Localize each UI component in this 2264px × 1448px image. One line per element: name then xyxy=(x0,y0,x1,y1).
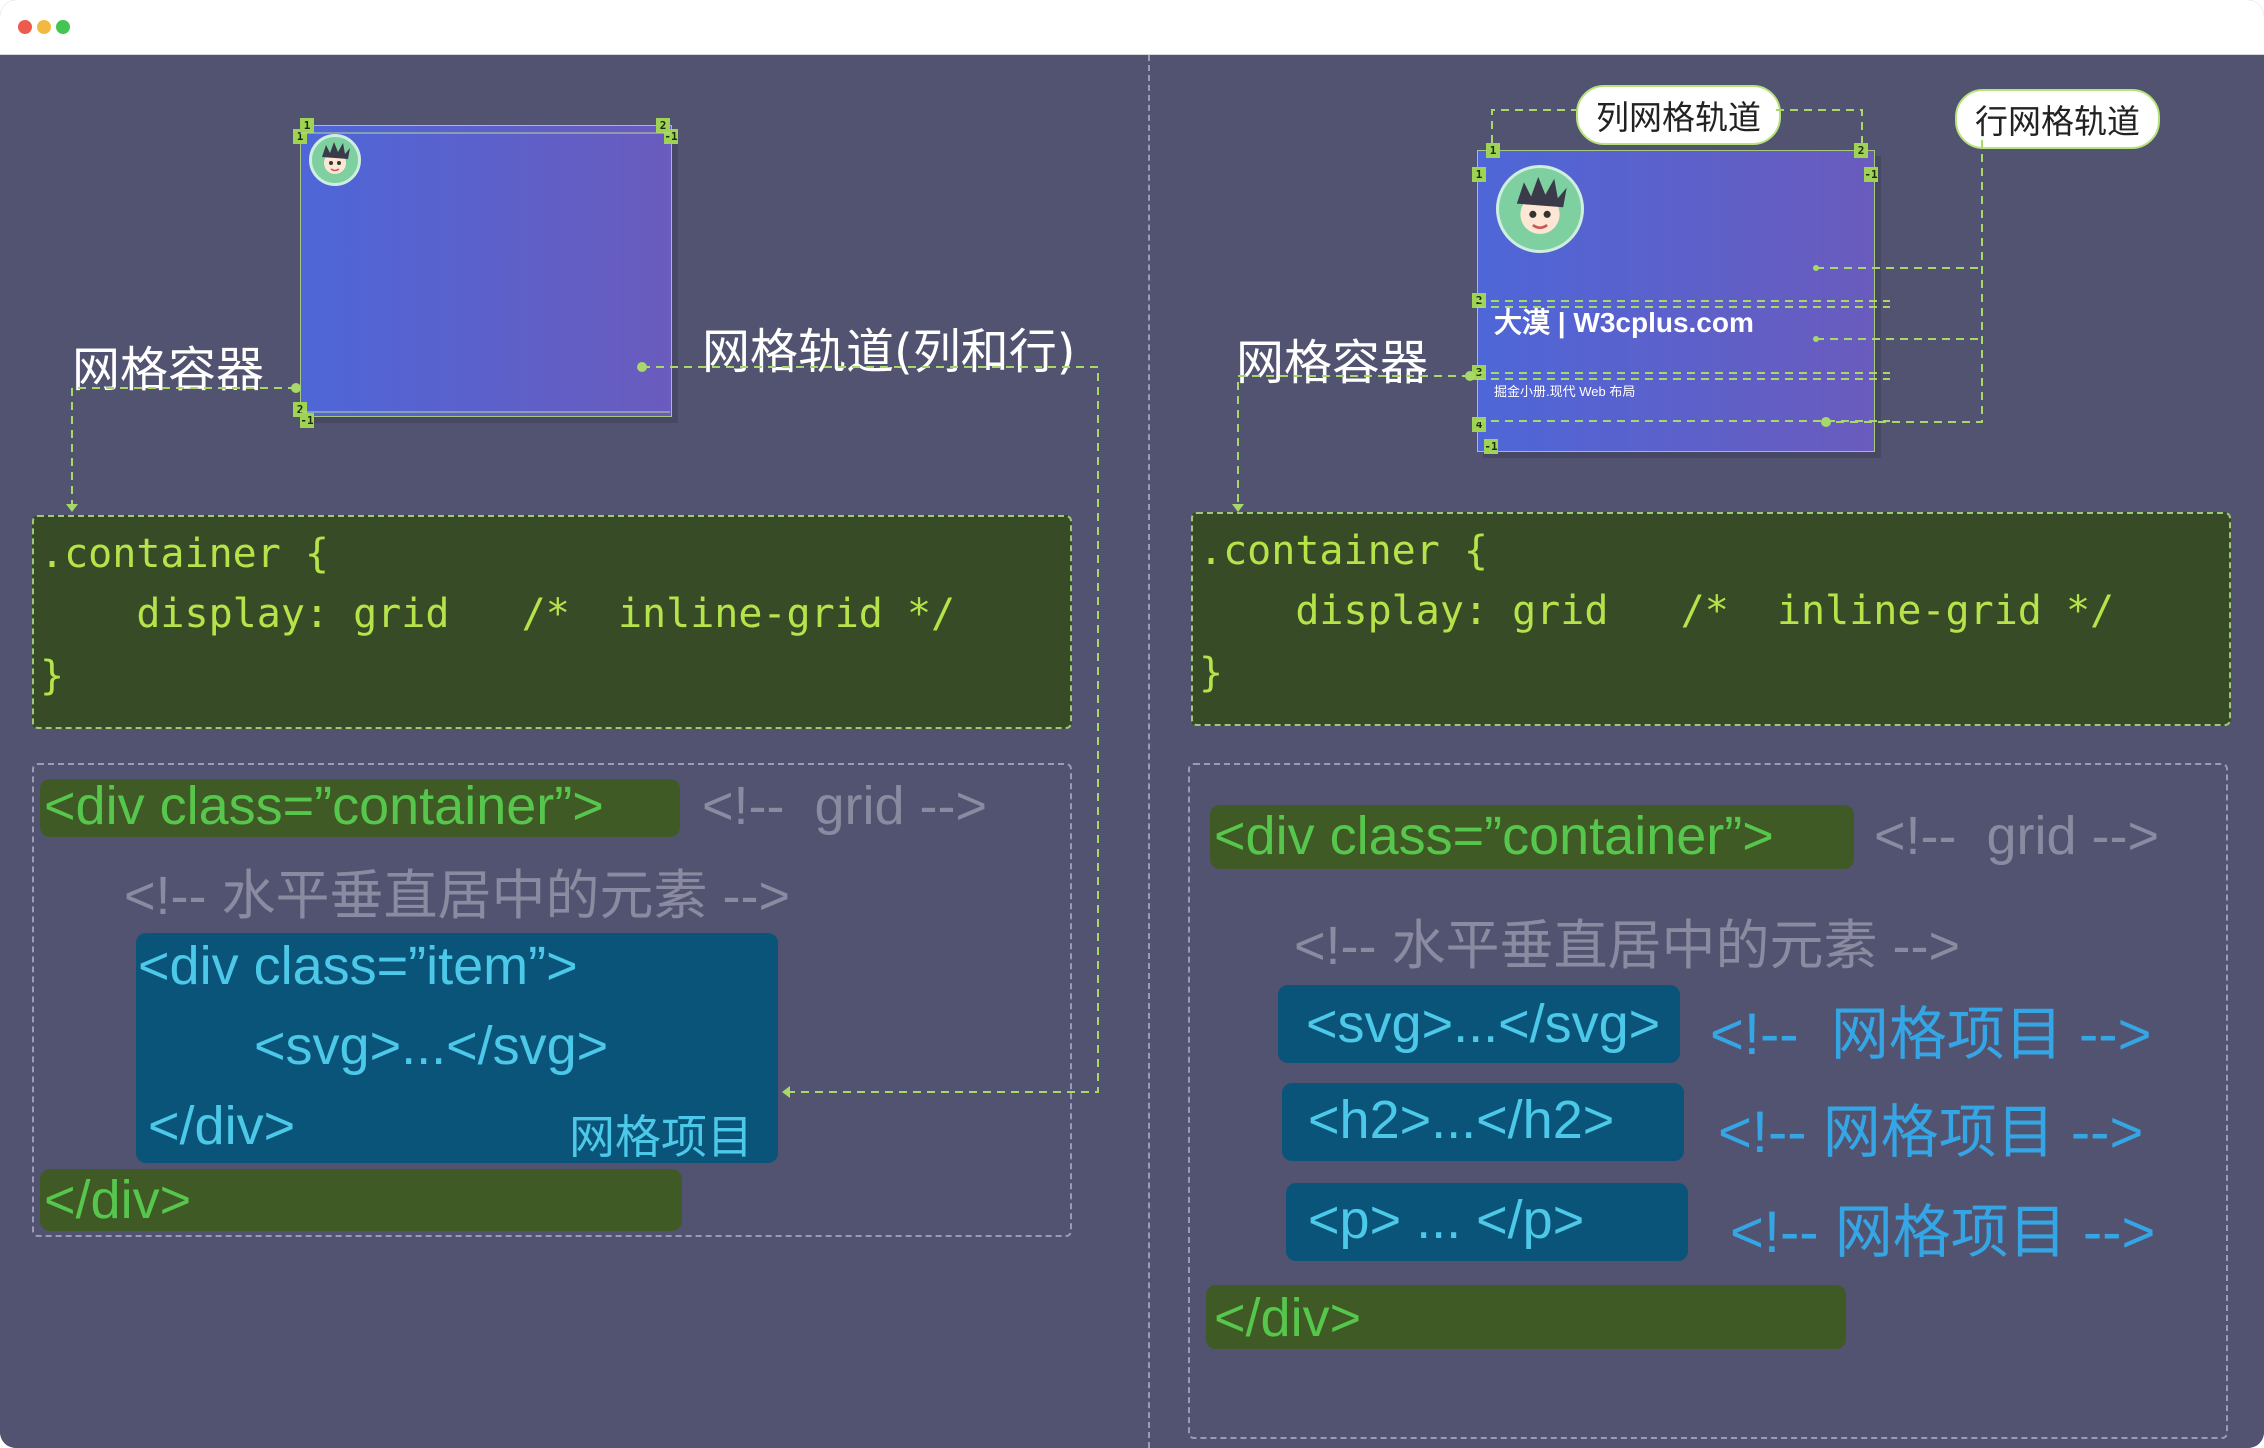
container-connector xyxy=(71,387,296,510)
title-bar xyxy=(0,0,2264,55)
close-window-button[interactable] xyxy=(18,20,32,34)
tracks-connector xyxy=(642,366,1099,1093)
app-window: 1 1 2 -1 2 -1 网格容器 网格轨道(列和行) .container … xyxy=(0,0,2264,1448)
diagram-canvas: 1 1 2 -1 2 -1 网格容器 网格轨道(列和行) .container … xyxy=(0,55,2264,1448)
minimize-window-button[interactable] xyxy=(37,20,51,34)
connector-lines xyxy=(66,109,1983,1098)
maximize-window-button[interactable] xyxy=(56,20,70,34)
